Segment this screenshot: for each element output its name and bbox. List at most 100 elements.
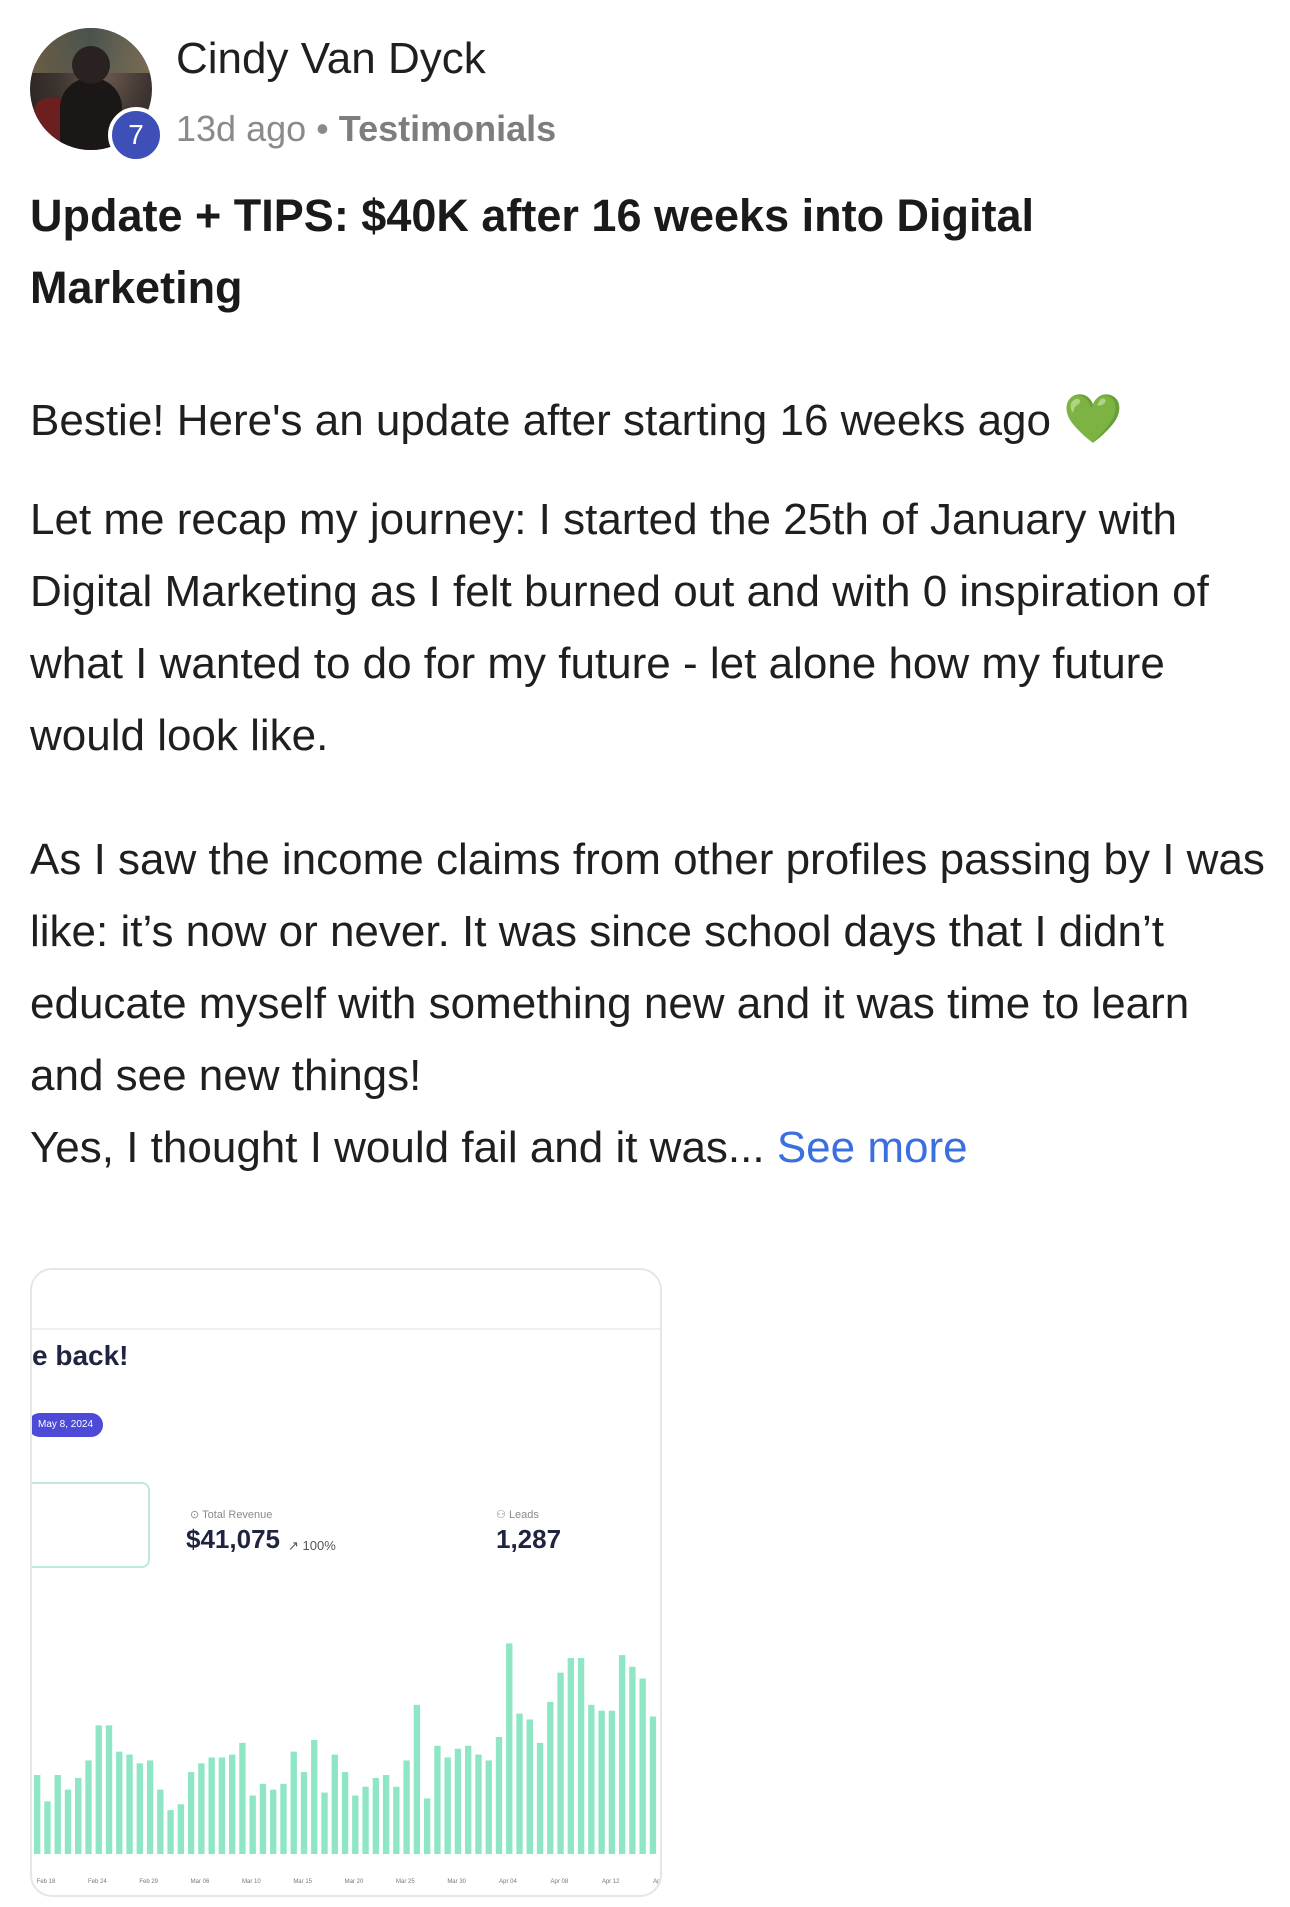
post-paragraph-1: Bestie! Here's an update after starting …: [30, 384, 1270, 457]
paragraph-1-text: Bestie! Here's an update after starting …: [30, 396, 1052, 445]
chart-bar: [403, 1760, 410, 1854]
chart-bar: [259, 1783, 267, 1854]
chart-bar: [485, 1760, 492, 1854]
revenue-change-text: 100%: [302, 1538, 336, 1553]
chart-bar: [475, 1754, 482, 1854]
x-tick-label: Apr 16: [653, 1879, 662, 1885]
chart-bar: [372, 1777, 380, 1854]
chart-bar: [157, 1789, 164, 1854]
chart-bar: [126, 1754, 133, 1854]
chart-bar: [516, 1713, 523, 1854]
revenue-value: $41,075: [186, 1524, 280, 1554]
chart-bar: [352, 1795, 359, 1854]
chart-bar: [526, 1719, 533, 1854]
chart-bar: [208, 1757, 215, 1854]
level-badge: 7: [108, 107, 164, 163]
post-paragraph-4: Yes, I thought I would fail and it was..…: [30, 1112, 1270, 1184]
chart-bar: [362, 1786, 369, 1854]
chart-bar: [382, 1775, 390, 1854]
chart-bar: [454, 1748, 462, 1854]
x-tick-label: Mar 20: [345, 1879, 364, 1885]
green-heart-icon: 💚: [1063, 393, 1124, 446]
date-pill: May 8, 2024: [32, 1413, 104, 1437]
x-tick-label: Feb 29: [139, 1879, 158, 1885]
revenue-icon: ⊙: [190, 1509, 200, 1521]
paragraph-4-text: Yes, I thought I would fail and it was..…: [30, 1123, 765, 1172]
chart-bar: [290, 1751, 297, 1855]
chart-bar: [64, 1789, 72, 1854]
dashboard-divider: [32, 1328, 660, 1330]
chart-bar: [198, 1763, 205, 1854]
post-paragraph-3: As I saw the income claims from other pr…: [30, 835, 1265, 1100]
chart-bar: [608, 1710, 616, 1854]
chart-bar: [598, 1710, 605, 1854]
chart-bar: [228, 1754, 236, 1854]
chart-bar: [239, 1742, 246, 1854]
chart-bar: [567, 1658, 574, 1854]
chart-bar: [547, 1701, 554, 1854]
chart-bar: [300, 1772, 308, 1854]
stat-box: [32, 1482, 150, 1568]
x-tick-label: Feb 24: [88, 1879, 107, 1885]
chart-bar: [557, 1672, 564, 1854]
chart-bar: [116, 1751, 123, 1855]
chart-bar: [506, 1643, 513, 1854]
attachment-image[interactable]: e back! May 8, 2024 ⊙ Total Revenue $41,…: [30, 1268, 662, 1897]
chart-bar: [249, 1795, 256, 1854]
chart-bar: [311, 1739, 318, 1855]
revenue-change: ↗ 100%: [288, 1538, 336, 1554]
x-tick-label: Mar 15: [293, 1879, 312, 1885]
post-time: 13d ago: [176, 108, 307, 149]
chart-bar: [465, 1745, 472, 1854]
chart-bar: [413, 1704, 421, 1854]
revenue-bar-chart: Feb 18 Feb 24 Feb 29 Mar 06 Mar 10 Mar 15 Mar …: [34, 1643, 662, 1885]
chart-bar: [270, 1789, 277, 1854]
chart-bar: [54, 1775, 61, 1854]
chart-bar: [444, 1757, 451, 1854]
chart-bar: [434, 1745, 441, 1854]
chart-bar: [341, 1772, 349, 1854]
x-tick-label: Mar 10: [242, 1879, 261, 1885]
chart-bar: [423, 1798, 431, 1854]
chart-bar: [44, 1801, 51, 1854]
chart-bar: [136, 1763, 143, 1854]
chart-bar: [393, 1786, 400, 1854]
post-category[interactable]: Testimonials: [339, 108, 556, 149]
dashboard-welcome: e back!: [32, 1340, 129, 1371]
post-meta: 13d ago • Testimonials: [176, 108, 556, 150]
revenue-label-text: Total Revenue: [202, 1509, 273, 1521]
chart-bar: [280, 1783, 287, 1854]
leads-label: ⚇ Leads: [496, 1508, 539, 1521]
chart-bar: [105, 1725, 113, 1854]
x-tick-label: Apr 04: [499, 1879, 517, 1885]
leads-value: 1,287: [496, 1524, 562, 1554]
chart-bar: [218, 1757, 226, 1854]
chart-bar: [618, 1655, 626, 1854]
post-header: 7 Cindy Van Dyck 13d ago • Testimonials: [30, 28, 1260, 163]
post-paragraph-2: Let me recap my journey: I started the 2…: [30, 495, 1209, 760]
trend-up-icon: ↗: [288, 1538, 299, 1553]
x-tick-label: Mar 25: [396, 1879, 415, 1885]
x-tick-label: Mar 30: [447, 1879, 466, 1885]
post-title: Update + TIPS: $40K after 16 weeks into …: [30, 190, 1035, 313]
x-tick-label: Apr 08: [550, 1879, 568, 1885]
chart-bar: [75, 1777, 82, 1854]
chart-bar: [177, 1804, 185, 1855]
chart-bar: [321, 1792, 328, 1854]
author-name[interactable]: Cindy Van Dyck: [176, 34, 486, 84]
chart-bar: [95, 1725, 102, 1854]
chart-bar: [577, 1658, 585, 1854]
leads-label-text: Leads: [508, 1509, 539, 1521]
chart-bar: [146, 1760, 154, 1854]
chart-bar: [588, 1704, 595, 1854]
chart-bar: [649, 1716, 657, 1854]
see-more-link[interactable]: See more: [777, 1123, 968, 1172]
revenue-label: ⊙ Total Revenue: [190, 1508, 272, 1521]
chart-bar: [167, 1810, 174, 1855]
chart-bar: [34, 1775, 41, 1854]
meta-separator: •: [316, 108, 329, 149]
leads-icon: ⚇: [496, 1509, 506, 1521]
x-tick-label: Apr 12: [602, 1879, 620, 1885]
chart-bar: [331, 1754, 338, 1854]
chart-bar: [495, 1737, 503, 1854]
